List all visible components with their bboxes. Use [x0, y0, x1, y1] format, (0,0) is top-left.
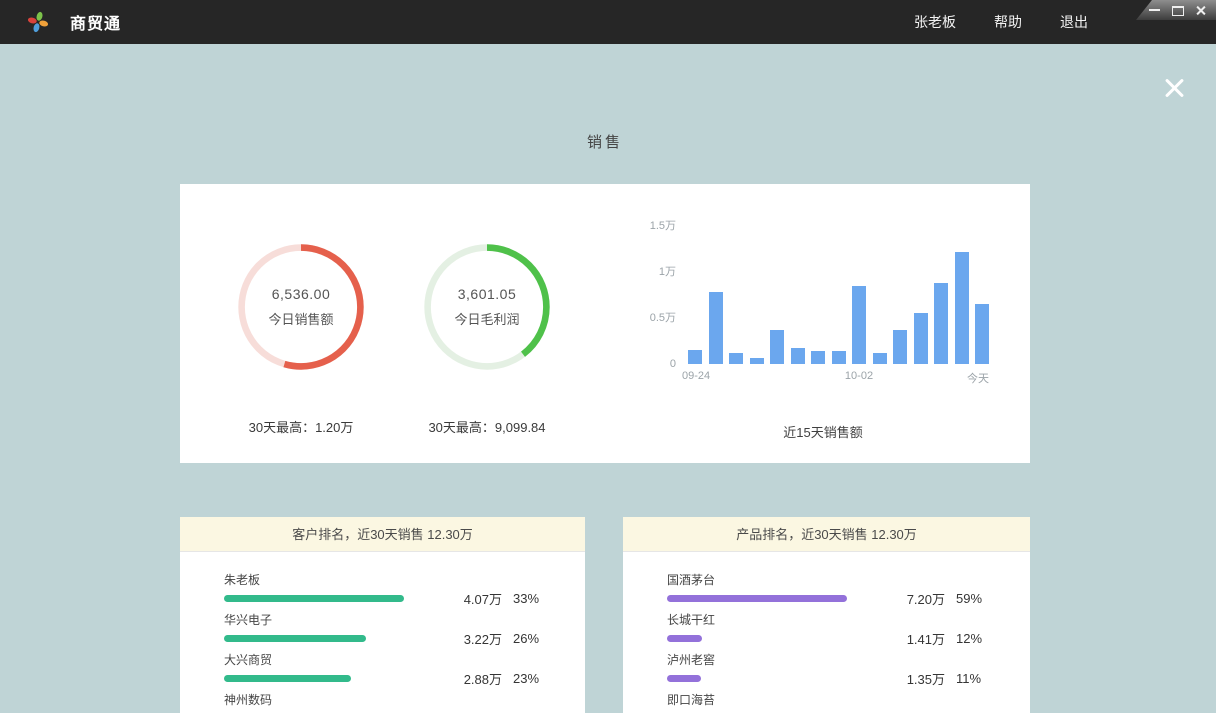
ranking-bar	[667, 635, 702, 642]
ranking-percent: 12%	[945, 631, 990, 646]
ranking-row: 国酒茅台7.20万59%	[667, 567, 1002, 607]
ranking-rows: 朱老板4.07万33%华兴电子3.22万26%大兴商贸2.88万23%神州数码	[180, 552, 585, 713]
sales-bar	[955, 252, 969, 364]
ranking-percent: 23%	[502, 671, 547, 686]
ranking-name: 泸州老窖	[667, 647, 1002, 668]
ranking-name: 即口海苔	[667, 687, 1002, 708]
x-tick: 09-24	[682, 370, 710, 382]
ranking-row: 泸州老窖1.35万11%	[667, 647, 1002, 687]
ranking-name: 神州数码	[224, 687, 557, 708]
ranking-name: 朱老板	[224, 567, 557, 588]
sales-summary-card: 6,536.00 今日销售额 30天最高：1.20万 3,601.05 今日毛利…	[180, 184, 1030, 463]
sales-bar	[832, 351, 846, 364]
ranking-percent: 33%	[502, 591, 547, 606]
nav-logout[interactable]: 退出	[1060, 12, 1088, 32]
today-profit-value: 3,601.05	[458, 286, 517, 302]
ranking-bar	[224, 675, 351, 682]
nav-user[interactable]: 张老板	[914, 12, 956, 32]
ranking-name: 国酒茅台	[667, 567, 1002, 588]
ranking-value: 7.20万	[853, 589, 945, 608]
ranking-bar	[667, 595, 847, 602]
profit-30day-max: 30天最高：9,099.84	[381, 417, 593, 436]
sales-bar	[811, 351, 825, 364]
ranking-name: 华兴电子	[224, 607, 557, 628]
product-ranking-header: 产品排名，近30天销售 12.30万	[623, 517, 1030, 552]
ranking-value: 4.07万	[410, 589, 502, 608]
ranking-name: 大兴商贸	[224, 647, 557, 668]
today-profit-donut: 3,601.05 今日毛利润	[421, 241, 553, 373]
ranking-value: 2.88万	[410, 669, 502, 688]
maximize-window-icon[interactable]	[1172, 4, 1184, 16]
sales-bar	[729, 353, 743, 364]
ranking-row: 长城干红1.41万12%	[667, 607, 1002, 647]
app-title: 商贸通	[70, 10, 121, 34]
ranking-percent: 26%	[502, 631, 547, 646]
ranking-row: 大兴商贸2.88万23%	[224, 647, 557, 687]
customer-ranking-header: 客户排名，近30天销售 12.30万	[180, 517, 585, 552]
ranking-percent: 11%	[945, 671, 990, 686]
pinwheel-logo-icon	[27, 11, 49, 33]
y-tick: 0	[600, 358, 676, 370]
ranking-bar	[224, 635, 366, 642]
app-window: 商贸通 张老板 帮助 退出 销售 6,536.00 今日销售额 30天最高：1.…	[0, 0, 1216, 713]
sales-bar	[770, 330, 784, 364]
y-tick: 0.5万	[600, 312, 676, 324]
x-tick: 10-02	[829, 370, 889, 382]
sales-bar	[688, 350, 702, 364]
page-title: 销售	[180, 131, 1030, 152]
sales-bar	[914, 313, 928, 364]
minimize-window-icon[interactable]	[1149, 4, 1161, 16]
ranking-percent: 59%	[945, 591, 990, 606]
y-tick: 1万	[600, 266, 676, 278]
ranking-bar	[667, 675, 701, 682]
x-tick: 今天	[928, 370, 989, 386]
sales-bar	[873, 353, 887, 364]
nav-help[interactable]: 帮助	[994, 12, 1022, 32]
ranking-value: 3.22万	[410, 629, 502, 648]
app-header: 商贸通 张老板 帮助 退出	[0, 0, 1216, 44]
ranking-name: 长城干红	[667, 607, 1002, 628]
ranking-row: 华兴电子3.22万26%	[224, 607, 557, 647]
sales-bar	[893, 330, 907, 364]
ranking-bar	[224, 595, 404, 602]
close-window-icon[interactable]	[1195, 4, 1207, 16]
sales-bar	[852, 286, 866, 364]
sales-bar-chart	[688, 226, 989, 364]
chart-caption: 近15天销售额	[658, 422, 988, 441]
sales-bar	[709, 292, 723, 364]
ranking-row: 神州数码	[224, 687, 557, 713]
product-ranking-card: 产品排名，近30天销售 12.30万 国酒茅台7.20万59%长城干红1.41万…	[623, 517, 1030, 713]
sales-bar	[791, 348, 805, 364]
ranking-row: 朱老板4.07万33%	[224, 567, 557, 607]
ranking-rows: 国酒茅台7.20万59%长城干红1.41万12%泸州老窖1.35万11%即口海苔	[623, 552, 1030, 713]
ranking-value: 1.35万	[853, 669, 945, 688]
today-profit-label: 今日毛利润	[454, 309, 519, 328]
today-sales-donut: 6,536.00 今日销售额	[235, 241, 367, 373]
today-sales-label: 今日销售额	[268, 309, 333, 328]
customer-ranking-card: 客户排名，近30天销售 12.30万 朱老板4.07万33%华兴电子3.22万2…	[180, 517, 585, 713]
sales-30day-max: 30天最高：1.20万	[195, 417, 407, 436]
y-tick: 1.5万	[600, 220, 676, 232]
sales-bar	[934, 283, 948, 364]
ranking-value: 1.41万	[853, 629, 945, 648]
sales-bar	[750, 358, 764, 364]
today-sales-value: 6,536.00	[272, 286, 331, 302]
sales-bar	[975, 304, 989, 364]
close-icon[interactable]	[1161, 75, 1187, 101]
ranking-row: 即口海苔	[667, 687, 1002, 713]
